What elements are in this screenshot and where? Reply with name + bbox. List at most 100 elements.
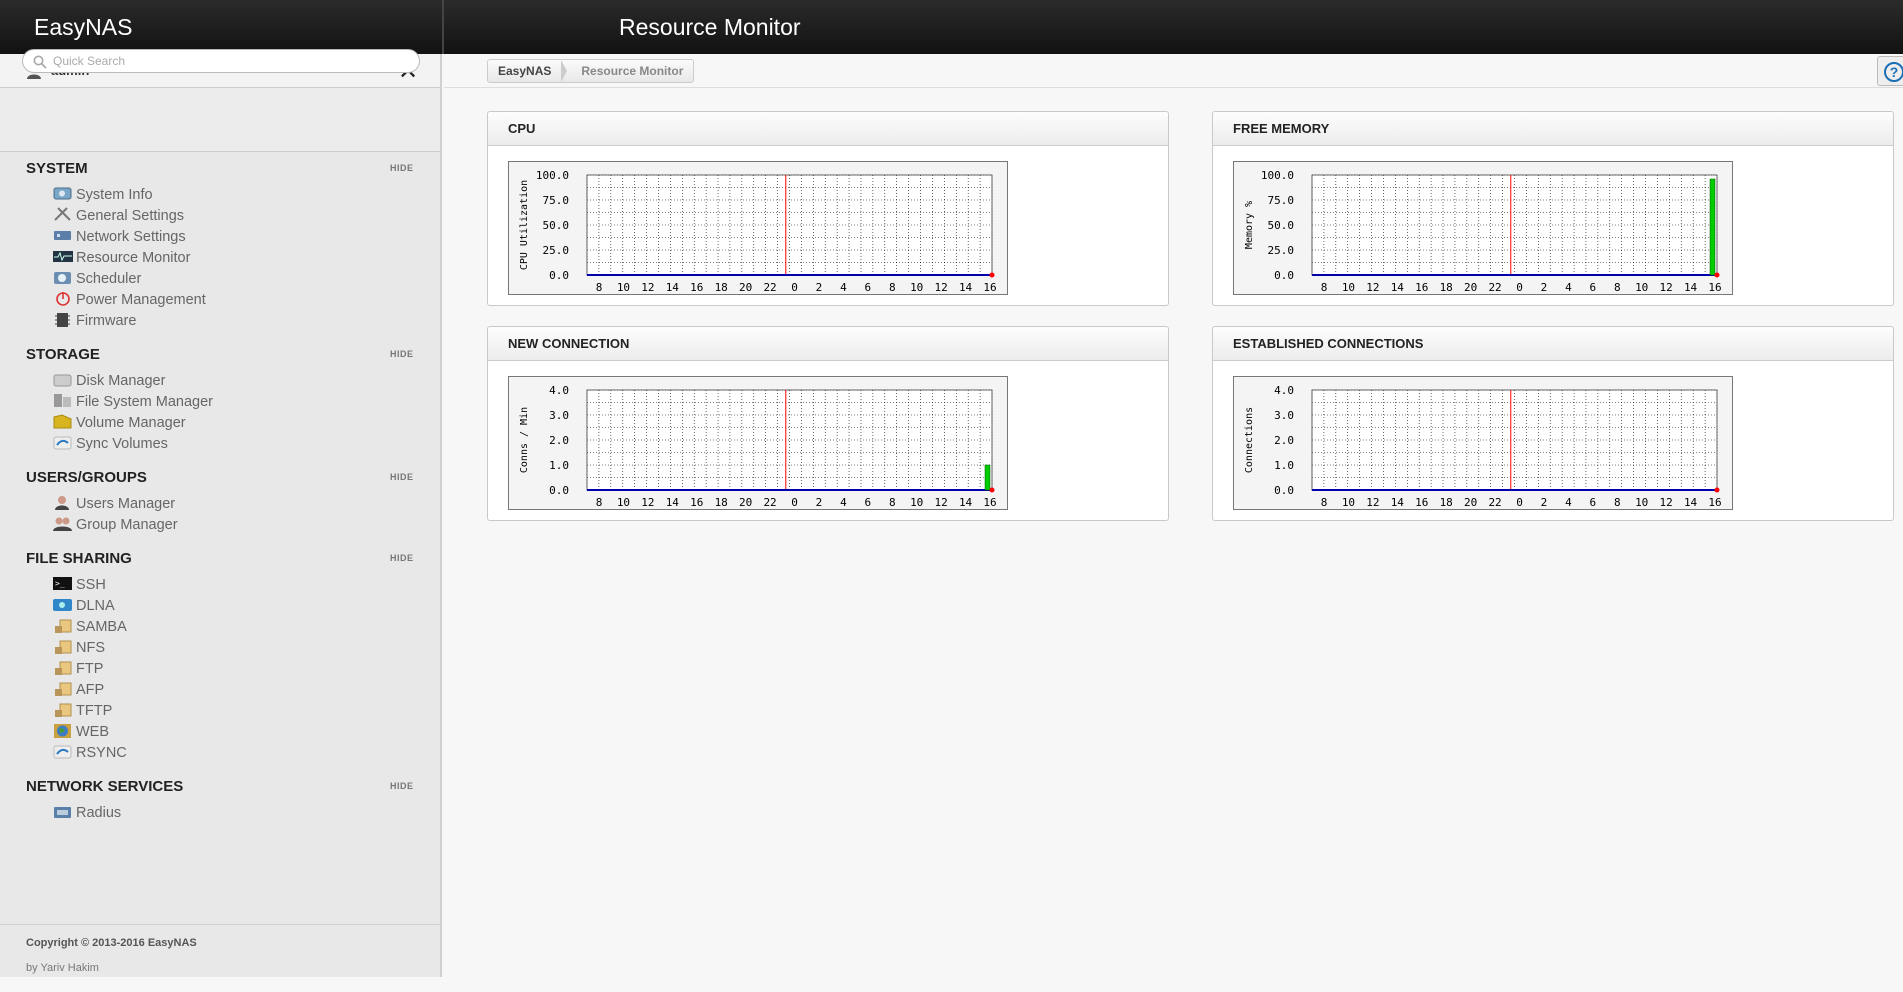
y-tick-label: 2.0 [1274, 434, 1294, 447]
filesystem-icon [52, 392, 74, 409]
share-folder-icon [52, 680, 74, 697]
section-hide-toggle[interactable]: HIDE [390, 349, 414, 359]
panel-header: ESTABLISHED CONNECTIONS [1213, 327, 1893, 361]
x-tick-label: 6 [1590, 281, 1597, 294]
established-connections-graph: 8 10 12 14 16 18 20 22 0 2 4 6 8 10 12 14 16 4.0 3.0 2.0 1.0… [1233, 376, 1733, 510]
y-axis-label: Conns / Min [519, 407, 530, 473]
x-tick-label: 16 [1415, 496, 1428, 509]
sidebar-item-nfs[interactable]: NFS [52, 638, 105, 659]
sidebar-item-power-management[interactable]: Power Management [52, 290, 206, 311]
panel-title: NEW CONNECTION [508, 336, 630, 351]
new-connection-graph: 8 10 12 14 16 18 20 22 0 2 4 6 8 10 12 14 16 4.0 3.0 2.0 1.0… [508, 376, 1008, 510]
breadcrumb: EasyNAS Resource Monitor [487, 59, 695, 83]
x-tick-label: 16 [983, 281, 996, 294]
y-tick-label: 0.0 [1274, 269, 1294, 282]
x-tick-label: 16 [983, 496, 996, 509]
sidebar-item-file-system-manager[interactable]: File System Manager [52, 392, 213, 413]
current-point [989, 487, 995, 493]
network-settings-icon [52, 227, 74, 244]
user-icon [52, 494, 74, 511]
search-icon [33, 55, 47, 69]
y-tick-label: 0.0 [1274, 484, 1294, 497]
x-tick-label: 20 [739, 496, 752, 509]
sidebar-item-volume-manager[interactable]: Volume Manager [52, 413, 186, 434]
sidebar-item-label: Scheduler [76, 271, 142, 287]
sidebar-item-label: Volume Manager [76, 415, 186, 431]
sidebar-item-general-settings[interactable]: General Settings [52, 206, 184, 227]
breadcrumb-current: Resource Monitor [581, 64, 684, 78]
x-tick-label: 2 [816, 281, 823, 294]
sidebar-item-firmware[interactable]: Firmware [52, 311, 136, 332]
sidebar-item-dlna[interactable]: DLNA [52, 596, 115, 617]
y-tick-label: 50.0 [1268, 219, 1295, 232]
cpu-panel: CPU 8 10 12 14 16 18 20 22 0 2 4 6 8 10 12 14 16 100.0 75.… [487, 111, 1169, 306]
search-input[interactable] [53, 52, 408, 70]
section-title: SYSTEM [26, 160, 88, 177]
y-tick-label: 100.0 [1261, 169, 1294, 182]
new-connection-panel: NEW CONNECTION 8 10 12 14 16 18 20 22 0 2 4 6 8 10 12 1… [487, 326, 1169, 521]
sidebar-item-ssh[interactable]: >_ SSH [52, 575, 106, 596]
sidebar-item-samba[interactable]: SAMBA [52, 617, 127, 638]
quick-search[interactable] [22, 49, 420, 73]
help-icon: ? [1884, 62, 1903, 82]
sidebar-item-tftp[interactable]: TFTP [52, 701, 112, 722]
x-tick-label: 12 [1366, 496, 1379, 509]
y-tick-label: 75.0 [543, 194, 570, 207]
breadcrumb-home[interactable]: EasyNAS [488, 60, 561, 82]
x-tick-label: 6 [865, 281, 872, 294]
sidebar-item-sync-volumes[interactable]: Sync Volumes [52, 434, 168, 455]
x-tick-label: 14 [959, 281, 973, 294]
x-tick-label: 8 [1614, 281, 1621, 294]
sidebar-item-network-settings[interactable]: Network Settings [52, 227, 186, 248]
sidebar-item-resource-monitor[interactable]: Resource Monitor [52, 248, 190, 269]
header-divider [442, 0, 444, 54]
sidebar-item-ftp[interactable]: FTP [52, 659, 103, 680]
x-tick-label: 22 [763, 281, 776, 294]
section-hide-toggle[interactable]: HIDE [390, 553, 414, 563]
sidebar-item-rsync[interactable]: RSYNC [52, 743, 127, 764]
section-title: FILE SHARING [26, 550, 132, 567]
panel-title: CPU [508, 121, 536, 136]
sidebar-item-label: Power Management [76, 292, 206, 308]
sidebar-item-scheduler[interactable]: Scheduler [52, 269, 142, 290]
section-title: NETWORK SERVICES [26, 778, 184, 795]
x-tick-label: 2 [1541, 281, 1548, 294]
sidebar-item-disk-manager[interactable]: Disk Manager [52, 371, 166, 392]
sidebar-item-radius[interactable]: Radius [52, 803, 121, 824]
x-tick-label: 10 [1635, 281, 1648, 294]
sidebar-item-users-manager[interactable]: Users Manager [52, 494, 175, 515]
help-button[interactable]: ? [1877, 56, 1903, 86]
x-tick-label: 12 [641, 281, 654, 294]
y-tick-label: 25.0 [1268, 244, 1295, 257]
disk-icon [52, 371, 74, 388]
x-tick-label: 4 [840, 281, 847, 294]
share-folder-icon [52, 701, 74, 718]
x-tick-label: 4 [1565, 281, 1572, 294]
sidebar-item-afp[interactable]: AFP [52, 680, 104, 701]
data-bar [984, 464, 991, 491]
x-tick-label: 0 [1516, 496, 1523, 509]
x-tick-label: 12 [935, 281, 948, 294]
panel-title: FREE MEMORY [1233, 121, 1330, 136]
section-hide-toggle[interactable]: HIDE [390, 472, 414, 482]
y-tick-label: 4.0 [1274, 384, 1294, 397]
x-tick-label: 10 [910, 496, 923, 509]
x-tick-label: 14 [1684, 496, 1698, 509]
x-tick-label: 22 [763, 496, 776, 509]
sidebar-item-web[interactable]: WEB [52, 722, 109, 743]
y-tick-label: 4.0 [549, 384, 569, 397]
section-hide-toggle[interactable]: HIDE [390, 163, 414, 173]
share-folder-icon [52, 617, 74, 634]
sidebar-item-group-manager[interactable]: Group Manager [52, 515, 178, 536]
x-tick-label: 12 [1366, 281, 1379, 294]
sync-icon [52, 434, 74, 451]
brand-title: EasyNAS [34, 14, 133, 40]
sidebar-item-label: Disk Manager [76, 373, 166, 389]
x-tick-label: 12 [935, 496, 948, 509]
section-hide-toggle[interactable]: HIDE [390, 781, 414, 791]
sidebar-item-system-info[interactable]: System Info [52, 185, 153, 206]
byline: by Yariv Hakim [26, 962, 99, 974]
y-axis-label: Memory % [1244, 201, 1255, 249]
sidebar-item-label: DLNA [76, 598, 115, 614]
x-tick-label: 0 [791, 281, 798, 294]
